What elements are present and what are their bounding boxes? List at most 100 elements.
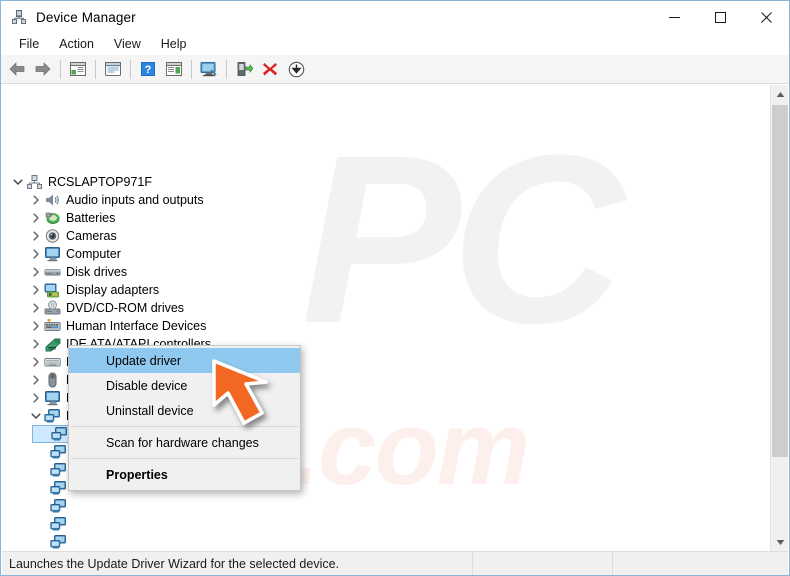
tree-node[interactable]: RCSLAPTOP971F <box>10 173 152 191</box>
display-adapter-icon <box>44 282 61 298</box>
tree-node[interactable]: Display adapters <box>28 281 159 299</box>
tree-node-label: Audio inputs and outputs <box>66 193 204 207</box>
context-menu-item[interactable]: Properties <box>69 462 300 487</box>
tree-node-label: DVD/CD-ROM drives <box>66 301 185 315</box>
context-menu-separator <box>71 458 298 459</box>
chevron-right-icon[interactable] <box>28 192 44 208</box>
context-menu-item[interactable]: Uninstall device <box>69 398 300 423</box>
chevron-down-icon[interactable] <box>10 174 26 190</box>
menu-view[interactable]: View <box>104 35 151 53</box>
context-menu-item[interactable]: Disable device <box>69 373 300 398</box>
tree-node[interactable]: Disk drives <box>28 263 127 281</box>
show-hide-console-tree-button[interactable] <box>65 57 91 82</box>
uninstall-device-button[interactable] <box>257 57 283 82</box>
network-adapter-icon <box>50 498 67 514</box>
tree-node-network-child[interactable] <box>32 515 72 533</box>
dvd-drive-icon <box>44 300 61 316</box>
tree-node-network-child[interactable] <box>32 479 72 497</box>
network-adapter-icon <box>50 534 67 550</box>
ide-controller-icon <box>44 336 61 352</box>
tree-node-label: Batteries <box>66 211 116 225</box>
chevron-right-icon[interactable] <box>28 336 44 352</box>
menu-file[interactable]: File <box>9 35 49 53</box>
chevron-down-icon[interactable] <box>28 408 44 424</box>
context-menu[interactable]: Update driver Disable device Uninstall dev… <box>68 345 301 491</box>
device-manager-icon <box>10 8 28 26</box>
context-menu-separator <box>71 426 298 427</box>
window-controls <box>651 1 789 33</box>
tree-node[interactable]: Computer <box>28 245 121 263</box>
toolbar-separator-1 <box>60 59 61 79</box>
close-button[interactable] <box>743 1 789 33</box>
tree-node[interactable]: Batteries <box>28 209 115 227</box>
update-driver-button[interactable] <box>231 57 257 82</box>
tree-node[interactable]: Audio inputs and outputs <box>28 191 204 209</box>
hid-icon <box>44 318 61 334</box>
toolbar-separator-5 <box>226 59 227 79</box>
toolbar-separator-2 <box>95 59 96 79</box>
context-menu-item[interactable]: Scan for hardware changes <box>69 430 300 455</box>
keyboard-icon <box>44 354 61 370</box>
network-adapter-icon <box>44 408 61 424</box>
maximize-button[interactable] <box>697 1 743 33</box>
status-message: Launches the Update Driver Wizard for th… <box>2 552 473 575</box>
menu-bar: File Action View Help <box>1 33 789 55</box>
monitor-icon <box>44 246 61 262</box>
context-menu-item[interactable]: Update driver <box>69 348 300 373</box>
network-adapter-icon <box>50 516 67 532</box>
show-hide-action-pane-button[interactable] <box>161 57 187 82</box>
network-adapter-icon <box>50 462 67 478</box>
status-segment-1 <box>473 552 613 575</box>
back-button[interactable] <box>4 57 30 82</box>
vertical-scrollbar[interactable] <box>770 85 788 551</box>
chevron-right-icon[interactable] <box>28 228 44 244</box>
forward-button[interactable] <box>30 57 56 82</box>
tree-node-network-child[interactable] <box>32 497 72 515</box>
network-adapter-icon <box>50 480 67 496</box>
speaker-icon <box>44 192 61 208</box>
tree-node-label: Disk drives <box>66 265 128 279</box>
disk-drive-icon <box>44 264 61 280</box>
title-bar: Device Manager <box>1 1 789 33</box>
camera-icon <box>44 228 61 244</box>
scroll-up-arrow-icon[interactable] <box>771 85 789 103</box>
help-button[interactable]: ? <box>135 57 161 82</box>
device-manager-window: PC .com Device Manager File Action View … <box>0 0 790 576</box>
status-bar: Launches the Update Driver Wizard for th… <box>2 551 788 575</box>
tree-node-label: Computer <box>66 247 121 261</box>
tree-node[interactable]: DVD/CD-ROM drives <box>28 299 184 317</box>
tree-node[interactable]: Human Interface Devices <box>28 317 206 335</box>
tree-node-label: Display adapters <box>66 283 160 297</box>
menu-action[interactable]: Action <box>49 35 104 53</box>
chevron-right-icon[interactable] <box>28 246 44 262</box>
minimize-button[interactable] <box>651 1 697 33</box>
tree-node[interactable]: Cameras <box>28 227 117 245</box>
network-adapter-icon <box>50 444 67 460</box>
chevron-right-icon[interactable] <box>28 282 44 298</box>
chevron-right-icon[interactable] <box>28 318 44 334</box>
toolbar: ? <box>1 55 789 84</box>
scan-hardware-changes-button[interactable] <box>196 57 222 82</box>
chevron-right-icon[interactable] <box>28 210 44 226</box>
tree-node-network-child[interactable] <box>32 533 72 551</box>
svg-text:?: ? <box>145 64 152 76</box>
tree-node-network-child[interactable] <box>32 443 72 461</box>
network-adapter-icon <box>51 426 68 442</box>
tree-node-label: RCSLAPTOP971F <box>48 175 152 189</box>
computer-root-icon <box>26 174 43 190</box>
tree-node-label: Human Interface Devices <box>66 319 207 333</box>
disable-device-button[interactable] <box>283 57 309 82</box>
monitor-icon <box>44 390 61 406</box>
chevron-right-icon[interactable] <box>28 372 44 388</box>
window-title: Device Manager <box>36 9 136 25</box>
chevron-right-icon[interactable] <box>28 300 44 316</box>
chevron-right-icon[interactable] <box>28 390 44 406</box>
chevron-right-icon[interactable] <box>28 354 44 370</box>
mouse-icon <box>44 372 61 388</box>
properties-button[interactable] <box>100 57 126 82</box>
tree-node-network-child[interactable] <box>32 461 72 479</box>
scrollbar-thumb[interactable] <box>772 105 788 457</box>
chevron-right-icon[interactable] <box>28 264 44 280</box>
scroll-down-arrow-icon[interactable] <box>771 533 789 551</box>
menu-help[interactable]: Help <box>151 35 197 53</box>
